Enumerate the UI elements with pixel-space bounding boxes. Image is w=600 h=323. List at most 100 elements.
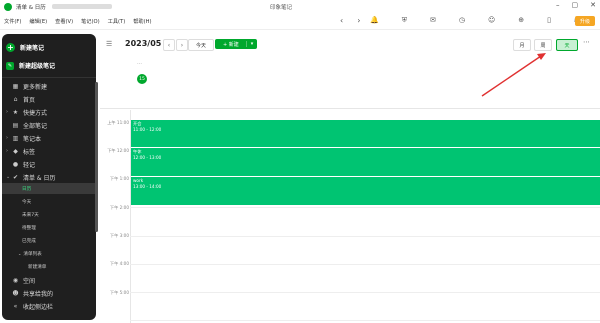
sidebar-item-collapse[interactable]: « 收起侧边栏: [6, 300, 92, 312]
sidebar-item-label: 笔记本: [23, 135, 42, 143]
top-toolbar: 🔔 ⛨ ✉ ◷ ☺ ⊕ ▯ ☗ ◐: [370, 16, 600, 25]
notebook-icon: ▥: [12, 134, 19, 142]
app-logo: [4, 2, 12, 11]
star-icon: ★: [12, 108, 19, 116]
phone-icon[interactable]: ▯: [547, 16, 551, 25]
home-icon: ⌂: [13, 95, 18, 103]
forward-icon[interactable]: ›: [357, 16, 360, 25]
time-label: 下午 5:00: [109, 290, 129, 295]
sidebar-sub-today[interactable]: 今天: [22, 196, 31, 207]
super-note-icon: ✎: [6, 61, 14, 70]
apps-icon[interactable]: ⊕: [518, 16, 524, 25]
hour-line: [130, 236, 600, 237]
upgrade-button[interactable]: 升级: [575, 16, 595, 26]
all-day-more-icon[interactable]: …: [137, 60, 142, 66]
users-icon: ☻: [12, 289, 19, 297]
bell-icon[interactable]: 🔔: [370, 16, 379, 25]
time-label: 下午 1:00: [109, 176, 129, 181]
menu-note[interactable]: 笔记(O): [81, 18, 100, 25]
event-time: 11:00 - 12:00: [133, 127, 162, 132]
face-icon[interactable]: ☺: [488, 16, 495, 25]
view-day-button[interactable]: 天: [556, 39, 578, 51]
sidebar-item-shared[interactable]: ☻ 共享给我的: [6, 287, 92, 299]
sidebar-sub-completed[interactable]: 已完成: [22, 235, 36, 246]
sidebar-item-home[interactable]: ⌂ 首页: [6, 93, 92, 105]
day-number-badge[interactable]: 15: [137, 74, 147, 84]
view-week-button[interactable]: 周: [534, 39, 552, 51]
sidebar-item-label: 空间: [23, 277, 36, 285]
new-note-button[interactable]: + 新建笔记: [6, 40, 92, 55]
app-name: 清单 & 日历: [16, 4, 46, 11]
clock-icon[interactable]: ◷: [459, 16, 465, 25]
sidebar-item-tasks-calendar[interactable]: ⌄ ✔ 清单 & 日历: [6, 171, 92, 183]
more-options-icon[interactable]: ⋯: [583, 38, 590, 46]
calendar-event[interactable]: work 13:00 - 14:00: [131, 177, 600, 205]
sidebar-sub-label: 清单列表: [23, 251, 42, 257]
next-period-button[interactable]: ›: [176, 39, 188, 51]
sidebar-sub-inbox[interactable]: 待整理: [22, 222, 36, 233]
calendar-date-title: 2023/05: [125, 39, 162, 48]
sidebar-item-quick-notes[interactable]: ● 轻记: [6, 158, 92, 170]
title-bar: 清单 & 日历 印象笔记 – ▢ ✕: [0, 0, 600, 13]
tag-icon: ◆: [13, 147, 18, 155]
sidebar-item-spaces[interactable]: ◉ 空间: [6, 274, 92, 286]
calendar-toolbar: ☰ 2023/05 ‹ › 今天 + 新建 ▾ 月 周 天 ⋯: [100, 36, 600, 54]
sidebar-item-shortcuts[interactable]: › ★ 快捷方式: [6, 106, 92, 118]
today-button[interactable]: 今天: [188, 39, 214, 51]
hour-line: [130, 320, 600, 321]
sidebar-sub-next7[interactable]: 未来7天: [22, 209, 39, 220]
minimize-icon[interactable]: –: [556, 1, 560, 9]
maximize-icon[interactable]: ▢: [572, 1, 579, 9]
time-label: 下午 2:00: [109, 205, 129, 210]
menu-tools[interactable]: 帮助(H): [133, 18, 151, 25]
sidebar-item-all-notes[interactable]: ▤ 全部笔记: [6, 119, 92, 131]
calendar-event[interactable]: 午休 12:00 - 13:00: [131, 148, 600, 176]
mail-icon[interactable]: ✉: [430, 16, 436, 25]
sidebar-sub-new-list[interactable]: 新建清单: [28, 261, 46, 272]
sidebar-item-label: 快捷方式: [23, 109, 48, 117]
menu-view[interactable]: 查看(V): [55, 18, 73, 25]
hour-line: [130, 292, 600, 293]
prev-period-button[interactable]: ‹: [163, 39, 175, 51]
new-task-button[interactable]: + 新建 ▾: [215, 39, 257, 49]
sidebar-item-label: 共享给我的: [23, 290, 54, 298]
sidebar-item-label: 清单 & 日历: [23, 174, 56, 182]
sidebar-item-label: 轻记: [23, 161, 36, 169]
calendar-event[interactable]: 开会 11:00 - 12:00: [131, 120, 600, 147]
grid-icon: ▦: [12, 82, 19, 90]
window-controls: – ▢ ✕: [556, 1, 596, 9]
chevron-down-icon[interactable]: ▾: [246, 41, 257, 47]
sidebar-divider: [2, 77, 96, 78]
back-icon[interactable]: ‹: [340, 16, 343, 25]
event-time: 13:00 - 14:00: [133, 184, 162, 189]
window-title: 印象笔记: [270, 5, 293, 11]
sidebar-item-label: 首页: [23, 96, 36, 104]
sidebar-item-label: 收起侧边栏: [23, 303, 54, 311]
time-label: 上午 11:00: [107, 120, 129, 125]
chevron-down-icon: ⌄: [18, 251, 22, 256]
menu-edit[interactable]: 编辑(E): [29, 18, 47, 25]
calendar-day-header: [100, 56, 600, 109]
time-label: 下午 3:00: [109, 233, 129, 238]
sidebar-item-tags[interactable]: › ◆ 标签: [6, 145, 92, 157]
sidebar-sub-lists[interactable]: ⌄ 清单列表: [18, 248, 42, 259]
sidebar-item-notebooks[interactable]: › ▥ 笔记本: [6, 132, 92, 144]
sidebar-item-label: 全部笔记: [23, 122, 48, 130]
menu-format[interactable]: 工具(T): [108, 18, 126, 25]
new-super-note-label: 新建超级笔记: [19, 63, 56, 70]
new-task-label: + 新建: [223, 41, 239, 48]
sidebar-item-more-new[interactable]: ▦ 更多新建: [6, 80, 92, 92]
menu-file[interactable]: 文件(F): [4, 18, 21, 25]
sidebar-sub-calendar[interactable]: 日历: [22, 183, 31, 194]
shield-icon[interactable]: ⛨: [402, 16, 407, 25]
close-icon[interactable]: ✕: [590, 1, 596, 9]
new-note-label: 新建笔记: [20, 45, 45, 52]
pin-icon: ●: [12, 160, 19, 168]
new-super-note-button[interactable]: ✎ 新建超级笔记: [6, 58, 92, 73]
view-month-button[interactable]: 月: [513, 39, 531, 51]
hour-line: [130, 264, 600, 265]
menu-icon[interactable]: ☰: [106, 40, 114, 48]
event-time: 12:00 - 13:00: [133, 155, 162, 160]
time-label: 下午 4:00: [109, 261, 129, 266]
sidebar-scrollbar[interactable]: [95, 82, 98, 232]
